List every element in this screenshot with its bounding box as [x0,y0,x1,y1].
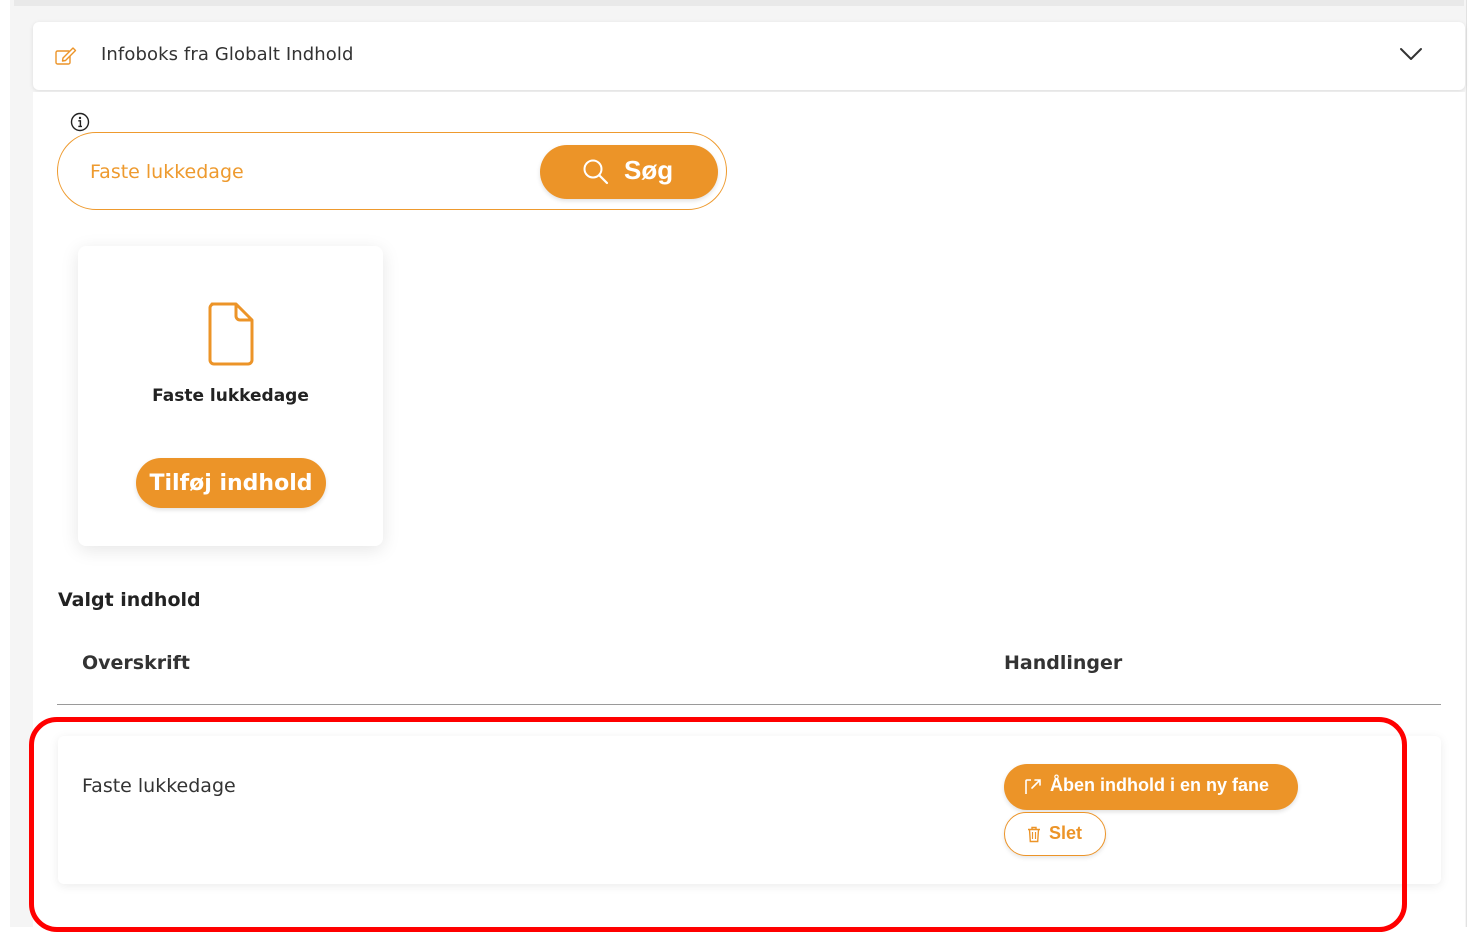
result-card-title: Faste lukkedage [152,386,309,406]
trash-icon [1027,826,1041,843]
table-divider [57,704,1441,705]
accordion-header[interactable]: Infoboks fra Globalt Indhold [33,22,1465,90]
scrollbar-track[interactable] [1466,0,1470,927]
accordion-title: Infoboks fra Globalt Indhold [101,44,354,65]
table-row: Faste lukkedage Åben indhold i en ny fan… [58,736,1441,884]
search-button-label: Søg [624,155,674,185]
search-input[interactable] [88,153,522,191]
delete-button[interactable]: Slet [1004,812,1106,856]
document-icon [206,302,256,366]
search-button[interactable]: Søg [540,145,718,199]
add-content-button[interactable]: Tilføj indhold [136,458,326,508]
chevron-down-icon[interactable] [1399,46,1423,62]
open-in-new-tab-button[interactable]: Åben indhold i en ny fane [1004,764,1298,810]
info-icon[interactable] [70,112,90,132]
open-button-label: Åben indhold i en ny fane [1050,775,1270,795]
top-strip [14,0,1464,6]
edit-icon [55,46,77,66]
search-bar: Søg [57,132,727,210]
column-header-overskrift: Overskrift [82,652,190,674]
row-title: Faste lukkedage [82,775,236,797]
external-link-icon [1024,778,1042,796]
column-header-handlinger: Handlinger [1004,652,1123,674]
delete-button-label: Slet [1049,823,1083,843]
selected-content-heading: Valgt indhold [58,589,201,611]
search-result-card: Faste lukkedage Tilføj indhold [78,246,383,546]
search-icon [582,158,610,186]
